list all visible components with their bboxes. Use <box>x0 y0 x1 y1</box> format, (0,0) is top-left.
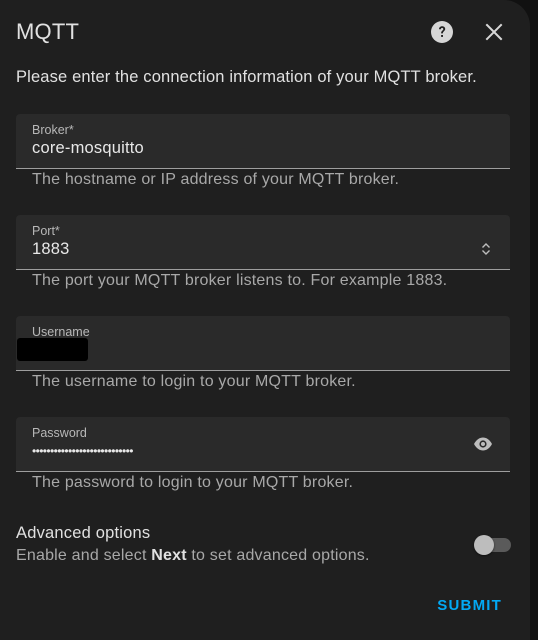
dialog-title: MQTT <box>16 19 80 44</box>
advanced-options-title: Advanced options <box>16 524 151 542</box>
broker-field[interactable]: Broker* core-mosquitto <box>16 114 510 169</box>
password-input[interactable]: •••••••••••••••••••••••••••• <box>32 444 133 458</box>
port-helper-text: The port your MQTT broker listens to. Fo… <box>32 272 448 289</box>
eye-icon[interactable] <box>473 436 493 452</box>
advanced-options-toggle[interactable] <box>474 535 511 555</box>
broker-input[interactable]: core-mosquitto <box>32 139 144 158</box>
broker-helper-text: The hostname or IP address of your MQTT … <box>32 171 400 188</box>
help-circle-icon[interactable] <box>431 21 453 43</box>
username-field[interactable]: Username <box>16 316 510 371</box>
advanced-desc-after: to set advanced options. <box>186 547 370 564</box>
advanced-desc-before: Enable and select <box>16 547 152 564</box>
advanced-options-description: Enable and select Next to set advanced o… <box>16 547 370 565</box>
username-helper-text: The username to login to your MQTT broke… <box>32 373 356 390</box>
close-icon[interactable] <box>484 22 504 42</box>
submit-button[interactable]: SUBMIT <box>437 597 502 614</box>
password-field[interactable]: Password •••••••••••••••••••••••••••• <box>16 417 510 472</box>
mqtt-dialog: MQTT Please enter the connection informa… <box>0 0 530 640</box>
redacted-username <box>17 338 88 361</box>
username-label: Username <box>32 325 90 339</box>
toggle-thumb <box>474 535 494 555</box>
password-label: Password <box>32 426 87 440</box>
password-helper-text: The password to login to your MQTT broke… <box>32 474 354 491</box>
port-field[interactable]: Port* 1883 <box>16 215 510 270</box>
port-input[interactable]: 1883 <box>32 240 70 259</box>
advanced-desc-next: Next <box>151 547 187 564</box>
stepper-icon[interactable] <box>479 241 493 257</box>
dialog-description: Please enter the connection information … <box>16 68 477 86</box>
broker-label: Broker* <box>32 123 74 137</box>
port-label: Port* <box>32 224 60 238</box>
